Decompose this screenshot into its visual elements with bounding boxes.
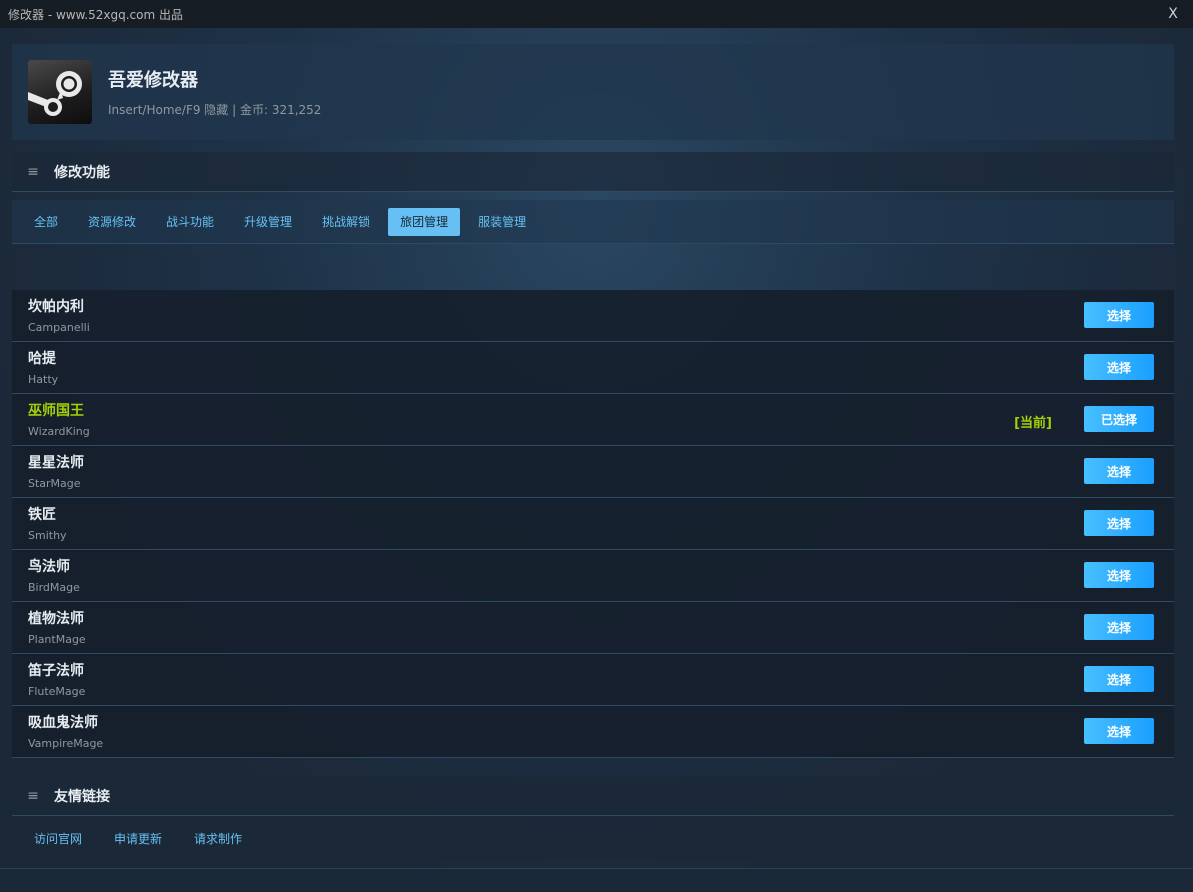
link-visit-website[interactable]: 访问官网 <box>34 830 82 847</box>
status-bar <box>0 868 1193 892</box>
title-bar: 修改器 - www.52xgq.com 出品 X <box>0 0 1193 28</box>
character-name: 植物法师 <box>28 611 84 627</box>
character-name: 铁匠 <box>28 507 56 523</box>
select-button[interactable]: 选择 <box>1084 666 1154 692</box>
main-content: 吾爱修改器 Insert/Home/F9 隐藏 | 金币: 321,252 ≡ … <box>0 28 1193 870</box>
character-name: 鸟法师 <box>28 559 70 575</box>
features-section-header: ≡ 修改功能 <box>12 152 1174 192</box>
character-id: WizardKing <box>28 425 90 438</box>
character-name: 星星法师 <box>28 455 84 471</box>
character-id: Campanelli <box>28 321 90 334</box>
character-id: Smithy <box>28 529 67 542</box>
category-tabs: 全部 资源修改 战斗功能 升级管理 挑战解锁 旅团管理 服装管理 <box>12 200 1174 244</box>
links-section-title: 友情链接 <box>54 788 110 805</box>
select-button[interactable]: 选择 <box>1084 614 1154 640</box>
character-name: 巫师国王 <box>28 403 84 419</box>
link-request-update[interactable]: 申请更新 <box>114 830 162 847</box>
select-button[interactable]: 选择 <box>1084 510 1154 536</box>
list-item: 坎帕内利 Campanelli 选择 <box>12 290 1174 342</box>
character-id: Hatty <box>28 373 59 386</box>
character-id: VampireMage <box>28 737 104 750</box>
character-list: 坎帕内利 Campanelli 选择 哈提 Hatty 选择 巫师国王 Wiza… <box>12 290 1174 758</box>
character-name: 哈提 <box>28 351 56 367</box>
tab-all[interactable]: 全部 <box>22 208 70 236</box>
list-item: 哈提 Hatty 选择 <box>12 342 1174 394</box>
friend-links: 访问官网 申请更新 请求制作 <box>12 816 1174 860</box>
select-button[interactable]: 选择 <box>1084 718 1154 744</box>
close-button[interactable]: X <box>1161 2 1185 26</box>
list-item: 植物法师 PlantMage 选择 <box>12 602 1174 654</box>
menu-icon: ≡ <box>27 163 39 180</box>
character-name: 笛子法师 <box>28 663 84 679</box>
app-name: 吾爱修改器 <box>108 70 198 91</box>
character-id: FluteMage <box>28 685 86 698</box>
list-item: 铁匠 Smithy 选择 <box>12 498 1174 550</box>
list-item-current: 巫师国王 WizardKing [当前] 已选择 <box>12 394 1174 446</box>
select-button[interactable]: 选择 <box>1084 302 1154 328</box>
steam-logo-icon <box>28 60 92 124</box>
tab-resources[interactable]: 资源修改 <box>76 208 148 236</box>
list-item: 星星法师 StarMage 选择 <box>12 446 1174 498</box>
character-id: BirdMage <box>28 581 80 594</box>
select-button[interactable]: 选择 <box>1084 562 1154 588</box>
tab-challenge-unlock[interactable]: 挑战解锁 <box>310 208 382 236</box>
character-id: PlantMage <box>28 633 86 646</box>
character-id: StarMage <box>28 477 81 490</box>
character-name: 坎帕内利 <box>28 299 84 315</box>
select-button[interactable]: 选择 <box>1084 354 1154 380</box>
select-button[interactable]: 选择 <box>1084 458 1154 484</box>
list-item: 笛子法师 FluteMage 选择 <box>12 654 1174 706</box>
selected-button[interactable]: 已选择 <box>1084 406 1154 432</box>
menu-icon: ≡ <box>27 787 39 804</box>
tab-combat[interactable]: 战斗功能 <box>154 208 226 236</box>
character-name: 吸血鬼法师 <box>28 715 98 731</box>
features-section-title: 修改功能 <box>54 164 110 181</box>
tab-party-management[interactable]: 旅团管理 <box>388 207 461 236</box>
link-request-trainer[interactable]: 请求制作 <box>194 830 242 847</box>
list-item: 吸血鬼法师 VampireMage 选择 <box>12 706 1174 758</box>
app-header: 吾爱修改器 Insert/Home/F9 隐藏 | 金币: 321,252 <box>12 44 1174 140</box>
current-badge: [当前] <box>1014 416 1052 431</box>
links-section-header: ≡ 友情链接 <box>12 776 1174 816</box>
tab-upgrade[interactable]: 升级管理 <box>232 208 304 236</box>
list-item: 鸟法师 BirdMage 选择 <box>12 550 1174 602</box>
tab-costume-management[interactable]: 服装管理 <box>466 208 538 236</box>
window-title: 修改器 - www.52xgq.com 出品 <box>8 7 183 22</box>
hotkey-coins-info: Insert/Home/F9 隐藏 | 金币: 321,252 <box>108 103 322 117</box>
